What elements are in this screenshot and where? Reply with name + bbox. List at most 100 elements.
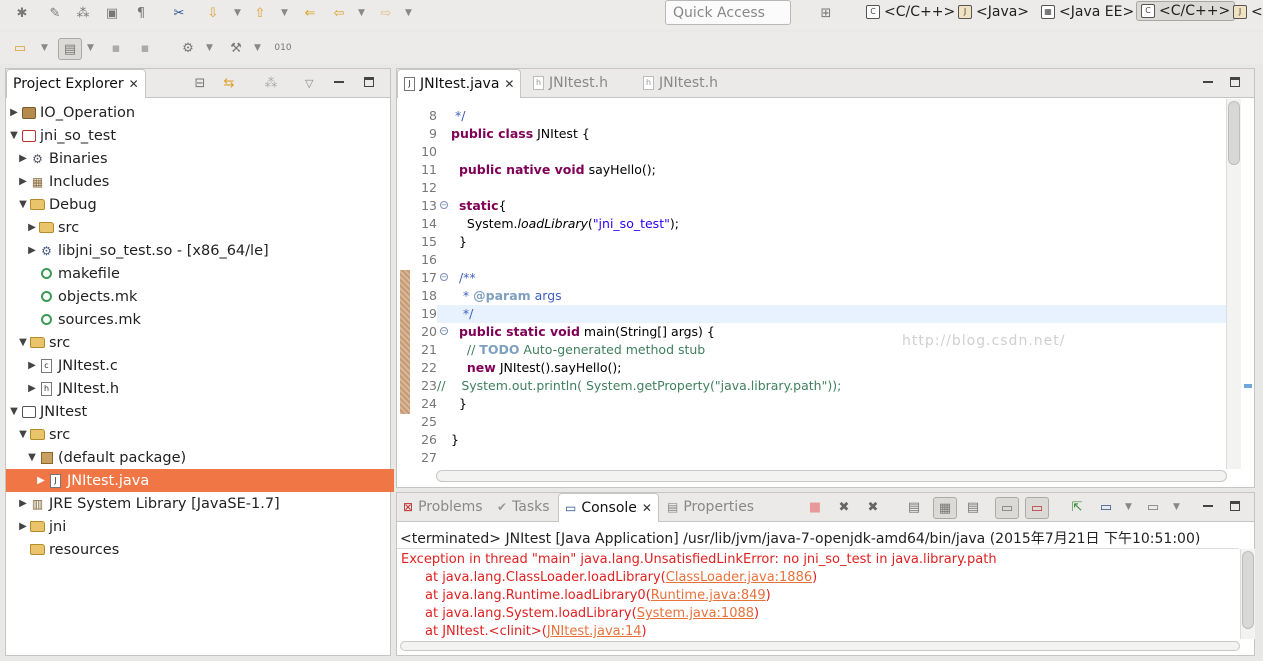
display-console-icon[interactable]: ▭ <box>1098 499 1114 515</box>
quick-access-input[interactable]: Quick Access <box>665 0 791 25</box>
tree-item[interactable]: sources.mk <box>6 308 394 331</box>
perspective-cpp[interactable]: C <C/C++> <box>866 4 955 20</box>
collapsed-arrow-icon[interactable]: ▶ <box>36 475 46 486</box>
open-console-icon[interactable]: ▭ <box>1145 499 1161 515</box>
expanded-arrow-icon[interactable]: ▼ <box>27 452 37 463</box>
minimize-icon[interactable] <box>1203 81 1213 83</box>
open-perspective-icon[interactable]: ⊞ <box>818 5 834 21</box>
collapsed-arrow-icon[interactable]: ▶ <box>18 498 28 509</box>
tree-item[interactable]: makefile <box>6 262 394 285</box>
tree-item[interactable]: ▼ Debug <box>6 193 394 216</box>
forward-dropdown-icon[interactable]: ▼ <box>405 8 412 18</box>
fold-toggle-icon[interactable]: − <box>440 201 448 209</box>
minimize-icon[interactable] <box>334 81 344 83</box>
close-icon[interactable]: ✕ <box>504 77 514 91</box>
hammer-icon[interactable]: ⚒ <box>228 40 244 56</box>
collapsed-arrow-icon[interactable]: ▶ <box>27 383 37 394</box>
scroll-thumb[interactable] <box>1242 551 1254 629</box>
remove-all-icon[interactable]: ✖ <box>865 499 881 515</box>
prev-annotation-icon[interactable]: ⇧ <box>252 5 268 21</box>
collapsed-arrow-icon[interactable]: ▶ <box>27 222 37 233</box>
tab-properties[interactable]: ▤ Properties <box>661 493 760 521</box>
link-with-editor-icon[interactable]: ⇆ <box>221 75 237 91</box>
filter-icon[interactable]: ⁂ <box>263 75 279 91</box>
scroll-lock-icon[interactable]: ▦ <box>933 497 957 519</box>
maximize-icon[interactable] <box>1230 77 1240 87</box>
collapsed-arrow-icon[interactable]: ▶ <box>27 245 37 256</box>
back-icon[interactable]: ⇦ <box>331 5 347 21</box>
maximize-icon[interactable] <box>1230 501 1240 511</box>
forward-icon[interactable]: ⇨ <box>378 5 394 21</box>
hammer-dropdown-icon[interactable]: ▼ <box>254 43 261 53</box>
view-menu-icon[interactable]: ▽ <box>305 77 313 90</box>
console-vertical-scrollbar[interactable] <box>1240 549 1255 639</box>
fold-toggle-icon[interactable]: − <box>440 273 448 281</box>
perspective-cpp-active[interactable]: C <C/C++> <box>1136 1 1236 21</box>
back-dropdown-icon[interactable]: ▼ <box>358 8 365 18</box>
debug-icon[interactable]: ✱ <box>14 5 30 21</box>
pin-console-icon[interactable]: ⇱ <box>1069 499 1085 515</box>
tab-jnitest-java[interactable]: J JNItest.java ✕ <box>397 69 522 98</box>
console-horizontal-scrollbar[interactable] <box>400 641 1240 651</box>
tree-item[interactable]: ▼ JNItest <box>6 400 394 423</box>
toggle-icon[interactable]: ▣ <box>104 5 120 21</box>
next-annotation-dropdown-icon[interactable]: ▼ <box>234 8 241 18</box>
stack-trace-link[interactable]: JNItest.java:14 <box>547 624 642 639</box>
collapsed-arrow-icon[interactable]: ▶ <box>18 176 28 187</box>
perspective-more[interactable]: J < <box>1233 4 1263 20</box>
stack-trace-link[interactable]: System.java:1088 <box>637 606 754 621</box>
terminate-icon[interactable]: ■ <box>807 499 823 515</box>
open-type-dropdown-icon[interactable]: ▼ <box>87 43 94 53</box>
stack-trace-link[interactable]: Runtime.java:849 <box>651 588 766 603</box>
tree-item[interactable]: ▶ ⚙ libjni_so_test.so - [x86_64/le] <box>6 239 394 262</box>
show-on-stderr-icon[interactable]: ▭ <box>1025 497 1049 519</box>
tree-item[interactable]: ▶ jni <box>6 515 394 538</box>
paragraph-icon[interactable]: ¶ <box>133 5 149 21</box>
word-wrap-icon[interactable]: ▤ <box>965 499 981 515</box>
display-console-dropdown-icon[interactable]: ▼ <box>1125 502 1132 512</box>
console-output[interactable]: Exception in thread "main" java.lang.Uns… <box>397 548 1239 647</box>
share-icon[interactable]: ⁂ <box>75 5 91 21</box>
tree-item[interactable]: ▶ h JNItest.h <box>6 377 394 400</box>
open-type-icon[interactable]: ▤ <box>58 38 82 60</box>
save-all-icon[interactable]: ▪ <box>137 40 153 56</box>
close-icon[interactable]: ✕ <box>642 501 652 515</box>
tree-item[interactable]: ▼ src <box>6 331 394 354</box>
expanded-arrow-icon[interactable]: ▼ <box>18 199 28 210</box>
open-console-dropdown-icon[interactable]: ▼ <box>1173 502 1180 512</box>
collapse-all-icon[interactable]: ⊟ <box>192 75 208 91</box>
tab-console[interactable]: ▭ Console ✕ <box>558 493 659 522</box>
expanded-arrow-icon[interactable]: ▼ <box>18 337 28 348</box>
new-icon[interactable]: ▭ <box>12 40 28 56</box>
build-dropdown-icon[interactable]: ▼ <box>206 43 213 53</box>
last-edit-icon[interactable]: ⇐ <box>302 5 318 21</box>
close-icon[interactable]: ✕ <box>129 77 139 91</box>
remove-launch-icon[interactable]: ✖ <box>836 499 852 515</box>
expanded-arrow-icon[interactable]: ▼ <box>9 130 19 141</box>
tree-item[interactable]: ▶ J JNItest.java <box>6 469 394 492</box>
prev-annotation-dropdown-icon[interactable]: ▼ <box>281 8 288 18</box>
tree-item[interactable]: ▼ jni_so_test <box>6 124 394 147</box>
tree-item[interactable]: resources <box>6 538 394 561</box>
expanded-arrow-icon[interactable]: ▼ <box>18 429 28 440</box>
show-on-stdout-icon[interactable]: ▭ <box>995 497 1019 519</box>
clear-console-icon[interactable]: ▤ <box>906 499 922 515</box>
scroll-thumb[interactable] <box>1228 101 1240 165</box>
tree-item[interactable]: ▶ IO_Operation <box>6 101 394 124</box>
build-icon[interactable]: ⚙ <box>180 40 196 56</box>
perspective-java[interactable]: J <Java> <box>958 4 1029 20</box>
tree-item[interactable]: ▶ src <box>6 216 394 239</box>
code-area[interactable]: 8 */9 public class JNItest {10 11 public n… <box>397 97 1227 467</box>
tab-jnitest-h-2[interactable]: h JNItest.h <box>637 69 724 97</box>
edit-icon[interactable]: ✎ <box>47 5 63 21</box>
tree-item[interactable]: ▶ ⚙ Binaries <box>6 147 394 170</box>
editor-vertical-scrollbar[interactable] <box>1226 99 1241 469</box>
tab-problems[interactable]: ⊠ Problems <box>397 493 489 521</box>
binary-icon[interactable]: 010 <box>274 40 291 56</box>
collapsed-arrow-icon[interactable]: ▶ <box>27 360 37 371</box>
stack-trace-link[interactable]: ClassLoader.java:1886 <box>666 570 812 585</box>
tab-jnitest-h[interactable]: h JNItest.h <box>527 69 614 97</box>
tree-item[interactable]: ▶ c JNItest.c <box>6 354 394 377</box>
save-icon[interactable]: ▪ <box>108 40 124 56</box>
expanded-arrow-icon[interactable]: ▼ <box>9 406 19 417</box>
